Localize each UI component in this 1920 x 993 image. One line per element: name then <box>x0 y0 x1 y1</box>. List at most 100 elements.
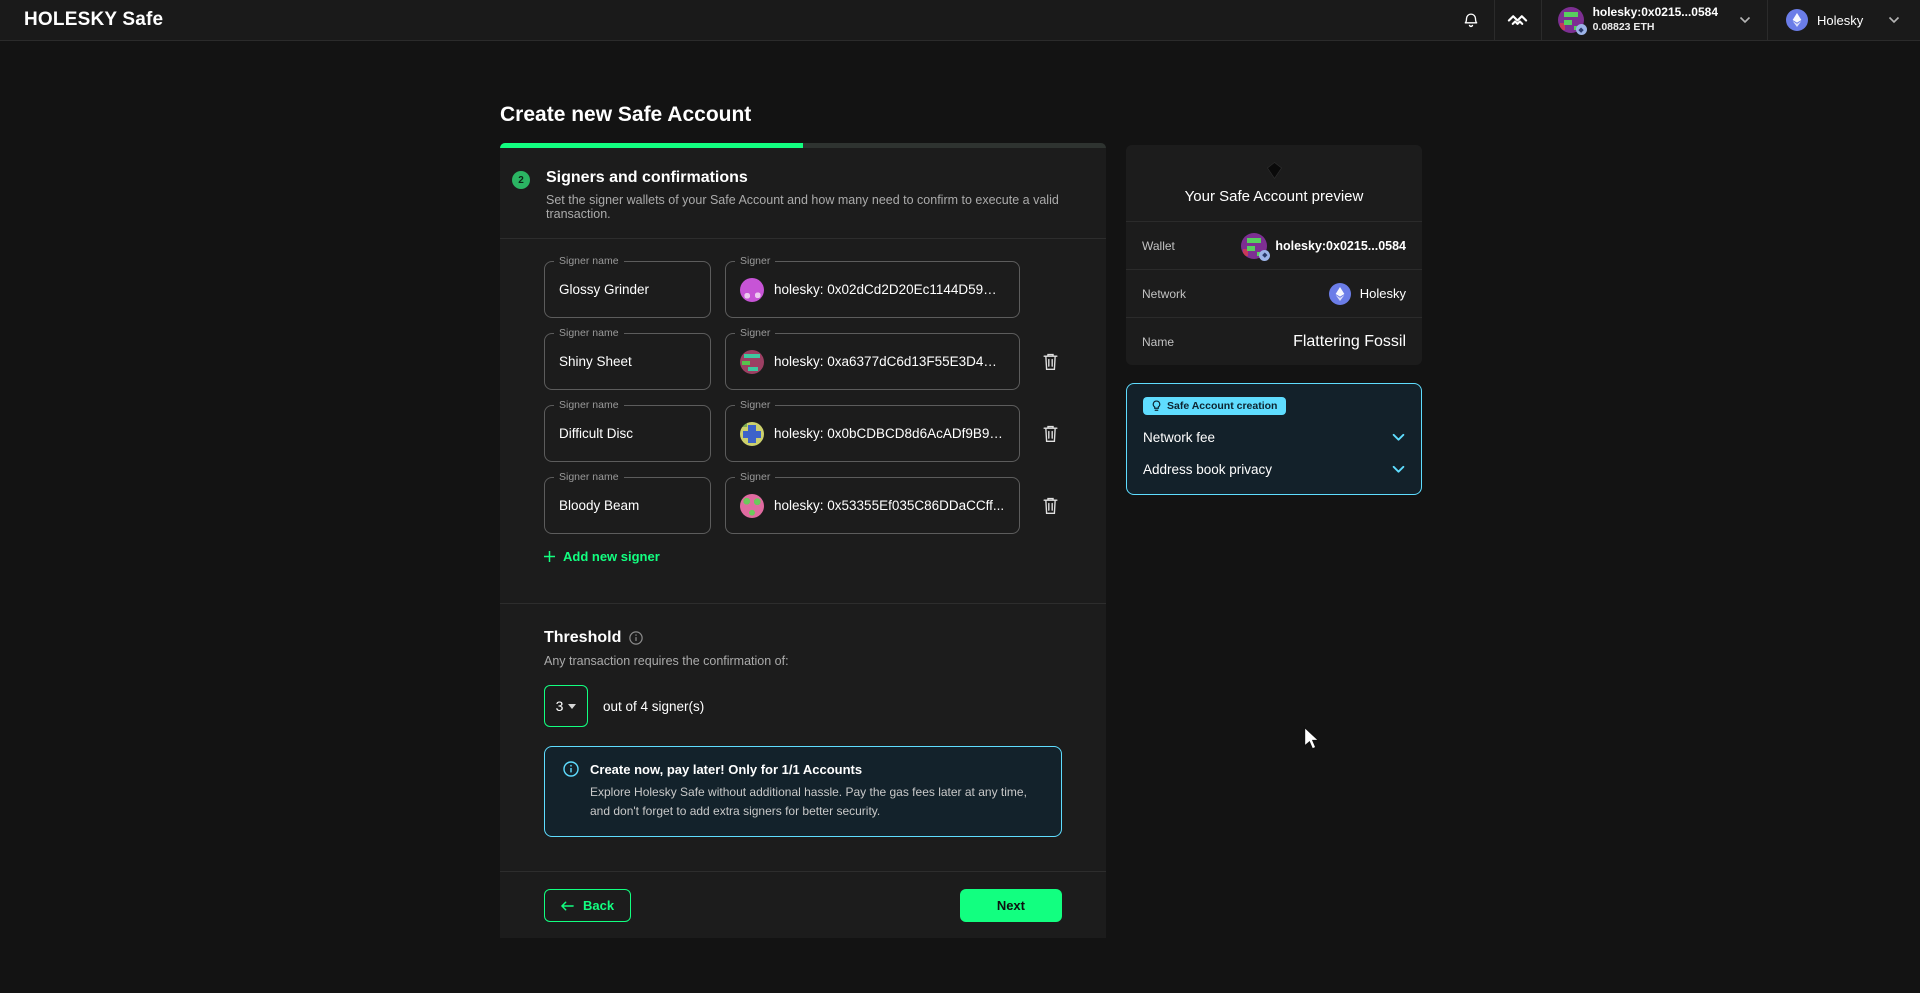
page-title: Create new Safe Account <box>500 103 751 127</box>
signer-name-input[interactable]: Signer name Shiny Sheet <box>544 333 711 390</box>
signer-address-input[interactable]: Signer holesky: 0x53355Ef035C86DDaCCff..… <box>725 477 1020 534</box>
step-header: 2 Signers and confirmations Set the sign… <box>500 148 1106 238</box>
tips-item-address-book-privacy[interactable]: Address book privacy <box>1143 462 1405 477</box>
add-signer-button[interactable]: Add new signer <box>544 549 660 564</box>
walletconnect-button[interactable] <box>1495 0 1541 41</box>
chevron-down-icon <box>1392 465 1405 474</box>
signer-address-label: Signer <box>735 327 775 339</box>
signer-address-input[interactable]: Signer holesky: 0x0bCDBCD8d6AcADf9B9b... <box>725 405 1020 462</box>
top-header: HOLESKY Safe ◆ holesky:0x0215...0584 0.0… <box>0 0 1920 41</box>
chevron-down-icon <box>1888 16 1900 24</box>
remove-signer-button[interactable] <box>1038 348 1063 375</box>
wallet-badge-icon: ◆ <box>1576 24 1587 35</box>
signer-name-value: Glossy Grinder <box>559 282 649 297</box>
network-selector[interactable]: Holesky <box>1768 0 1920 40</box>
card-footer: Back Next <box>500 872 1106 922</box>
signer-name-value: Difficult Disc <box>559 426 633 441</box>
signer-address-label: Signer <box>735 471 775 483</box>
signer-avatar <box>740 278 764 302</box>
step-number-badge: 2 <box>512 171 530 189</box>
signer-address-label: Signer <box>735 399 775 411</box>
holesky-network-icon <box>1786 9 1808 31</box>
step-title: Signers and confirmations <box>546 169 1074 187</box>
threshold-suffix: out of 4 signer(s) <box>603 699 704 714</box>
notice-title: Create now, pay later! Only for 1/1 Acco… <box>590 762 862 777</box>
next-button[interactable]: Next <box>960 889 1062 922</box>
signer-row: Signer name Difficult Disc Signer holesk… <box>544 405 1074 462</box>
walletconnect-icon <box>1507 13 1528 28</box>
signers-list: Signer name Glossy Grinder Signer holesk… <box>500 239 1106 534</box>
step-subtitle: Set the signer wallets of your Safe Acco… <box>546 193 1074 221</box>
signer-address-value: holesky: 0x0bCDBCD8d6AcADf9B9b... <box>774 426 1005 441</box>
signer-address-value: holesky: 0x53355Ef035C86DDaCCff... <box>774 498 1004 513</box>
holesky-network-icon <box>1329 283 1351 305</box>
tips-item-label: Network fee <box>1143 430 1215 445</box>
info-icon <box>629 631 643 645</box>
mouse-cursor <box>1303 726 1321 757</box>
signer-address-input[interactable]: Signer holesky: 0xa6377dC6d13F55E3D4DB..… <box>725 333 1020 390</box>
signer-address-value: holesky: 0xa6377dC6d13F55E3D4DB... <box>774 354 1005 369</box>
back-button[interactable]: Back <box>544 889 631 922</box>
notifications-button[interactable] <box>1448 0 1494 41</box>
tips-badge-label: Safe Account creation <box>1167 400 1277 412</box>
threshold-select[interactable]: 3 <box>544 685 588 727</box>
trash-icon <box>1042 424 1059 443</box>
pay-later-notice: Create now, pay later! Only for 1/1 Acco… <box>544 746 1062 837</box>
arrow-left-icon <box>561 901 574 911</box>
chevron-down-icon <box>1392 433 1405 442</box>
signer-name-input[interactable]: Signer name Glossy Grinder <box>544 261 711 318</box>
trash-icon <box>1042 496 1059 515</box>
signer-row: Signer name Bloody Beam Signer holesky: … <box>544 477 1074 534</box>
signer-name-label: Signer name <box>554 471 624 483</box>
remove-signer-button[interactable] <box>1038 420 1063 447</box>
threshold-title: Threshold <box>544 629 621 647</box>
add-signer-label: Add new signer <box>563 549 660 564</box>
signer-name-input[interactable]: Signer name Difficult Disc <box>544 405 711 462</box>
signer-name-value: Shiny Sheet <box>559 354 632 369</box>
account-avatar: ◆ <box>1241 233 1267 259</box>
account-address: holesky:0x0215...0584 <box>1593 5 1718 21</box>
tips-badge: Safe Account creation <box>1143 397 1286 415</box>
header-actions: ◆ holesky:0x0215...0584 0.08823 ETH Hole… <box>1448 0 1920 40</box>
account-info: holesky:0x0215...0584 0.08823 ETH <box>1593 5 1718 34</box>
back-label: Back <box>583 898 614 913</box>
signer-name-label: Signer name <box>554 399 624 411</box>
chevron-down-icon <box>568 704 576 709</box>
threshold-value: 3 <box>556 698 564 714</box>
trash-icon <box>1042 352 1059 371</box>
signer-name-input[interactable]: Signer name Bloody Beam <box>544 477 711 534</box>
signer-name-label: Signer name <box>554 327 624 339</box>
preview-name-label: Name <box>1142 335 1174 349</box>
lightbulb-icon <box>1152 400 1161 412</box>
threshold-subtitle: Any transaction requires the confirmatio… <box>544 654 1062 668</box>
preview-name-value: Flattering Fossil <box>1293 333 1406 351</box>
preview-network-label: Network <box>1142 287 1186 301</box>
signer-name-value: Bloody Beam <box>559 498 639 513</box>
preview-title: Your Safe Account preview <box>1185 188 1364 205</box>
create-safe-card: 2 Signers and confirmations Set the sign… <box>500 143 1106 938</box>
signer-avatar <box>740 494 764 518</box>
bell-icon <box>1462 11 1480 30</box>
network-name: Holesky <box>1817 13 1863 28</box>
app-logo[interactable]: HOLESKY Safe <box>0 9 163 31</box>
signer-address-value: holesky: 0x02dCd2D20Ec1144D59D3... <box>774 282 1005 297</box>
info-icon <box>563 761 579 777</box>
account-menu[interactable]: ◆ holesky:0x0215...0584 0.08823 ETH <box>1542 0 1767 40</box>
preview-wallet-row: Wallet ◆ holesky:0x0215...0584 <box>1126 221 1422 269</box>
tips-item-network-fee[interactable]: Network fee <box>1143 430 1405 445</box>
remove-signer-button[interactable] <box>1038 492 1063 519</box>
chevron-down-icon <box>1739 16 1751 24</box>
signer-row: Signer name Shiny Sheet Signer holesky: … <box>544 333 1074 390</box>
preview-wallet-value: holesky:0x0215...0584 <box>1275 239 1406 253</box>
signer-address-input[interactable]: Signer holesky: 0x02dCd2D20Ec1144D59D3..… <box>725 261 1020 318</box>
account-avatar: ◆ <box>1558 7 1584 33</box>
tips-item-label: Address book privacy <box>1143 462 1272 477</box>
threshold-section: Threshold Any transaction requires the c… <box>500 604 1106 727</box>
signer-address-label: Signer <box>735 255 775 267</box>
account-balance: 0.08823 ETH <box>1593 21 1718 35</box>
preview-wallet-label: Wallet <box>1142 239 1175 253</box>
preview-name-row: Name Flattering Fossil <box>1126 317 1422 365</box>
card-body: 2 Signers and confirmations Set the sign… <box>500 148 1106 938</box>
safe-account-preview-panel: Your Safe Account preview Wallet ◆ holes… <box>1126 145 1422 365</box>
wallet-badge-icon: ◆ <box>1259 250 1270 261</box>
